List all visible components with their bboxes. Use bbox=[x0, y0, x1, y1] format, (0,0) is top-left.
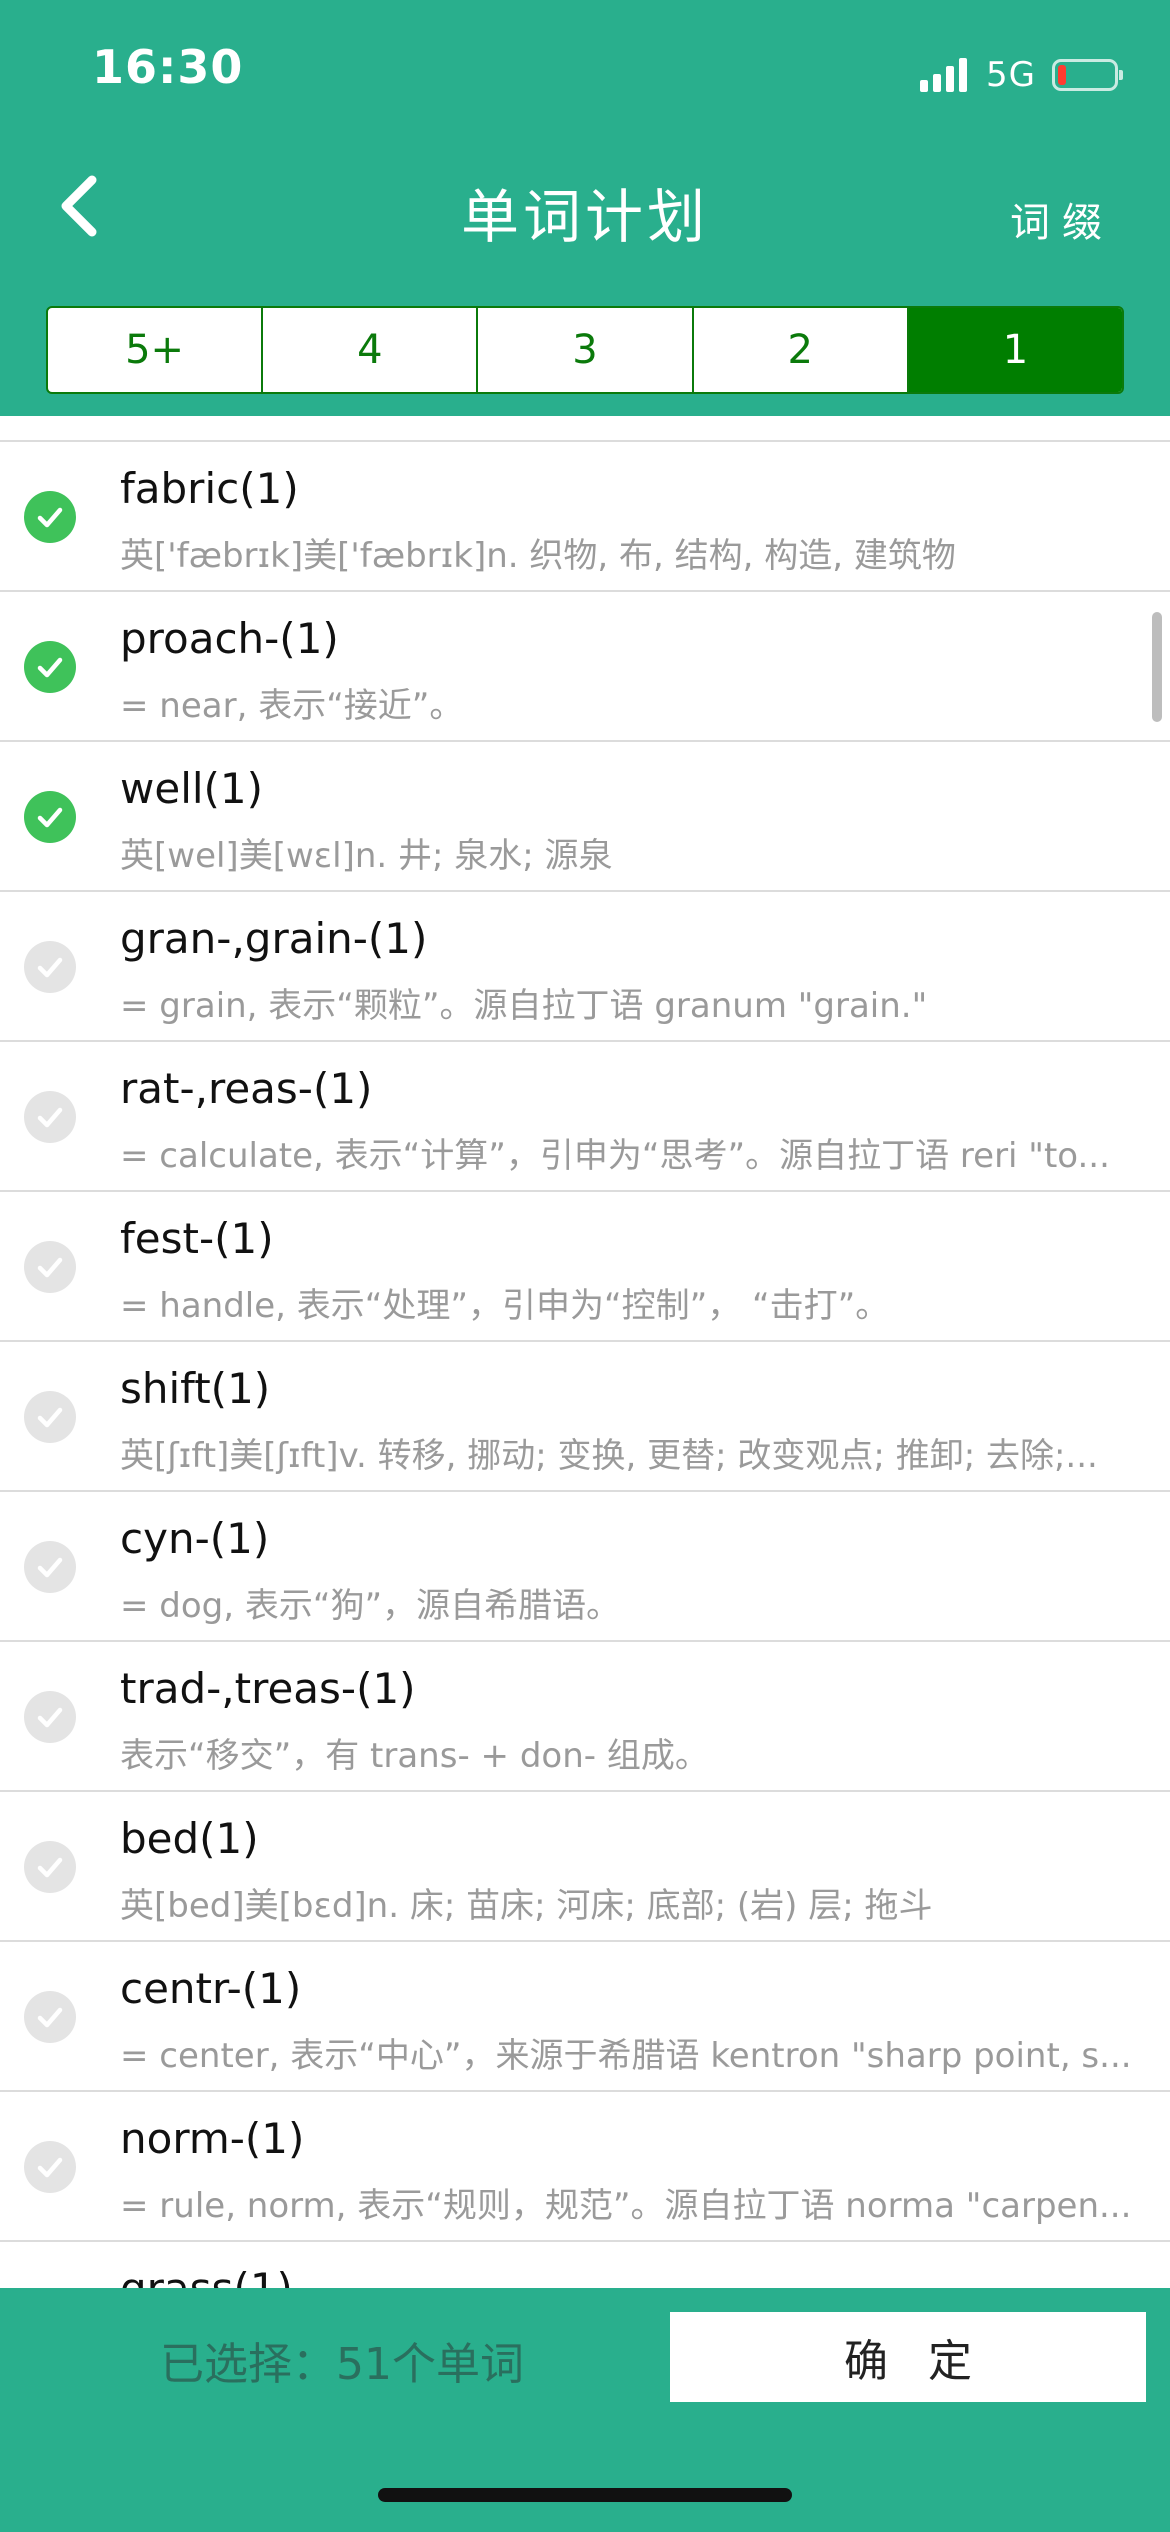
list-item[interactable]: bed(1) 英[bed]美[bɛd]n. 床; 苗床; 河床; 底部; (岩) … bbox=[0, 1792, 1170, 1942]
checkmark-unchecked-icon[interactable] bbox=[24, 2141, 76, 2193]
status-time: 16:30 bbox=[92, 40, 244, 94]
word-title: bed(1) bbox=[120, 1814, 259, 1863]
word-title: cyn-(1) bbox=[120, 1514, 270, 1563]
checkmark-unchecked-icon[interactable] bbox=[24, 1391, 76, 1443]
list-item[interactable]: well(1) 英[wel]美[wɛl]n. 井; 泉水; 源泉 bbox=[0, 742, 1170, 892]
segment-3[interactable]: 3 bbox=[478, 308, 694, 392]
list-item[interactable]: grass(1) bbox=[0, 2242, 1170, 2290]
confirm-button[interactable]: 确定 bbox=[670, 2312, 1146, 2402]
checkmark-unchecked-icon[interactable] bbox=[24, 1091, 76, 1143]
word-meaning: 英[bed]美[bɛd]n. 床; 苗床; 河床; 底部; (岩) 层; 拖斗 bbox=[120, 1886, 933, 1926]
list-item[interactable]: trad-,treas-(1) 表示“移交”，有 trans- + don- 组成… bbox=[0, 1642, 1170, 1792]
word-title: centr-(1) bbox=[120, 1964, 302, 2013]
checkmark-unchecked-icon[interactable] bbox=[24, 1541, 76, 1593]
checkmark-unchecked-icon[interactable] bbox=[24, 1991, 76, 2043]
word-meaning: 英[ʃɪft]美[ʃɪft]v. 转移, 挪动; 变换, 更替; 改变观点; 推… bbox=[120, 1436, 1098, 1476]
battery-icon bbox=[1052, 59, 1123, 91]
page-title: 单词计划 bbox=[460, 183, 709, 251]
signal-icon bbox=[920, 58, 972, 92]
word-meaning: = dog, 表示“狗”，源自希腊语。 bbox=[120, 1586, 621, 1626]
list-item[interactable]: shift(1) 英[ʃɪft]美[ʃɪft]v. 转移, 挪动; 变换, 更替;… bbox=[0, 1342, 1170, 1492]
word-meaning: = center, 表示“中心”，来源于希腊语 kentron "sharp p… bbox=[120, 2036, 1132, 2076]
word-meaning: = near, 表示“接近”。 bbox=[120, 686, 464, 726]
word-meaning: = rule, norm, 表示“规则，规范”。源自拉丁语 norma "car… bbox=[120, 2186, 1132, 2226]
header: 16:30 5G 单词计划 词缀 5+ 4 3 2 1 bbox=[0, 0, 1170, 416]
list-item[interactable]: cyn-(1) = dog, 表示“狗”，源自希腊语。 bbox=[0, 1492, 1170, 1642]
list-item[interactable]: proach-(1) = near, 表示“接近”。 bbox=[0, 592, 1170, 742]
list-item[interactable]: norm-(1) = rule, norm, 表示“规则，规范”。源自拉丁语 no… bbox=[0, 2092, 1170, 2242]
battery-level bbox=[1058, 65, 1066, 85]
checkmark-unchecked-icon[interactable] bbox=[24, 1691, 76, 1743]
segment-1[interactable]: 5+ bbox=[48, 308, 264, 392]
checkmark-unchecked-icon[interactable] bbox=[24, 941, 76, 993]
home-indicator bbox=[378, 2488, 792, 2502]
word-meaning: 英[wel]美[wɛl]n. 井; 泉水; 源泉 bbox=[120, 836, 613, 876]
segment-4[interactable]: 2 bbox=[694, 308, 909, 392]
checkmark-checked-icon[interactable] bbox=[24, 791, 76, 843]
word-title: proach-(1) bbox=[120, 614, 339, 663]
network-type: 5G bbox=[986, 55, 1036, 95]
word-meaning: 表示“移交”，有 trans- + don- 组成。 bbox=[120, 1736, 709, 1776]
word-title: fabric(1) bbox=[120, 464, 299, 513]
word-title: fest-(1) bbox=[120, 1214, 274, 1263]
word-meaning: = calculate, 表示“计算”，引申为“思考”。源自拉丁语 reri "… bbox=[120, 1136, 1110, 1176]
checkmark-checked-icon[interactable] bbox=[24, 491, 76, 543]
list-item[interactable]: fabric(1) 英['fæbrɪk]美['fæbrɪk]n. 织物, 布, 结… bbox=[0, 442, 1170, 592]
list-item[interactable]: centr-(1) = center, 表示“中心”，来源于希腊语 kentron… bbox=[0, 1942, 1170, 2092]
word-title: trad-,treas-(1) bbox=[120, 1664, 416, 1713]
segment-5[interactable]: 1 bbox=[908, 308, 1122, 392]
scrollbar-thumb[interactable] bbox=[1152, 612, 1162, 722]
list-item[interactable]: fest-(1) = handle, 表示“处理”，引申为“控制”， “击打”。 bbox=[0, 1192, 1170, 1342]
word-title: well(1) bbox=[120, 764, 264, 813]
affix-link[interactable]: 词缀 bbox=[1010, 190, 1114, 248]
list-item[interactable]: rat-,reas-(1) = calculate, 表示“计算”，引申为“思考”… bbox=[0, 1042, 1170, 1192]
checkmark-unchecked-icon[interactable] bbox=[24, 1241, 76, 1293]
frequency-segmented-control: 5+ 4 3 2 1 bbox=[46, 306, 1124, 394]
status-indicators: 5G bbox=[920, 50, 1123, 100]
selected-count: 已选择：51个单词 bbox=[160, 2339, 524, 2390]
word-list[interactable]: fabric(1) 英['fæbrɪk]美['fæbrɪk]n. 织物, 布, 结… bbox=[0, 440, 1170, 2290]
list-item[interactable]: gran-,grain-(1) = grain, 表示“颗粒”。源自拉丁语 gra… bbox=[0, 892, 1170, 1042]
word-meaning: 英['fæbrɪk]美['fæbrɪk]n. 织物, 布, 结构, 构造, 建筑… bbox=[120, 536, 956, 576]
word-meaning: = handle, 表示“处理”，引申为“控制”， “击打”。 bbox=[120, 1286, 890, 1326]
word-title: shift(1) bbox=[120, 1364, 271, 1413]
footer-bar: 已选择：51个单词 确定 bbox=[0, 2288, 1170, 2532]
checkmark-unchecked-icon[interactable] bbox=[24, 1841, 76, 1893]
word-title: gran-,grain-(1) bbox=[120, 914, 428, 963]
checkmark-checked-icon[interactable] bbox=[24, 641, 76, 693]
segment-2[interactable]: 4 bbox=[263, 308, 479, 392]
word-title: grass(1) bbox=[120, 2264, 293, 2290]
word-title: rat-,reas-(1) bbox=[120, 1064, 373, 1113]
word-title: norm-(1) bbox=[120, 2114, 305, 2163]
word-meaning: = grain, 表示“颗粒”。源自拉丁语 granum "grain." bbox=[120, 986, 928, 1026]
